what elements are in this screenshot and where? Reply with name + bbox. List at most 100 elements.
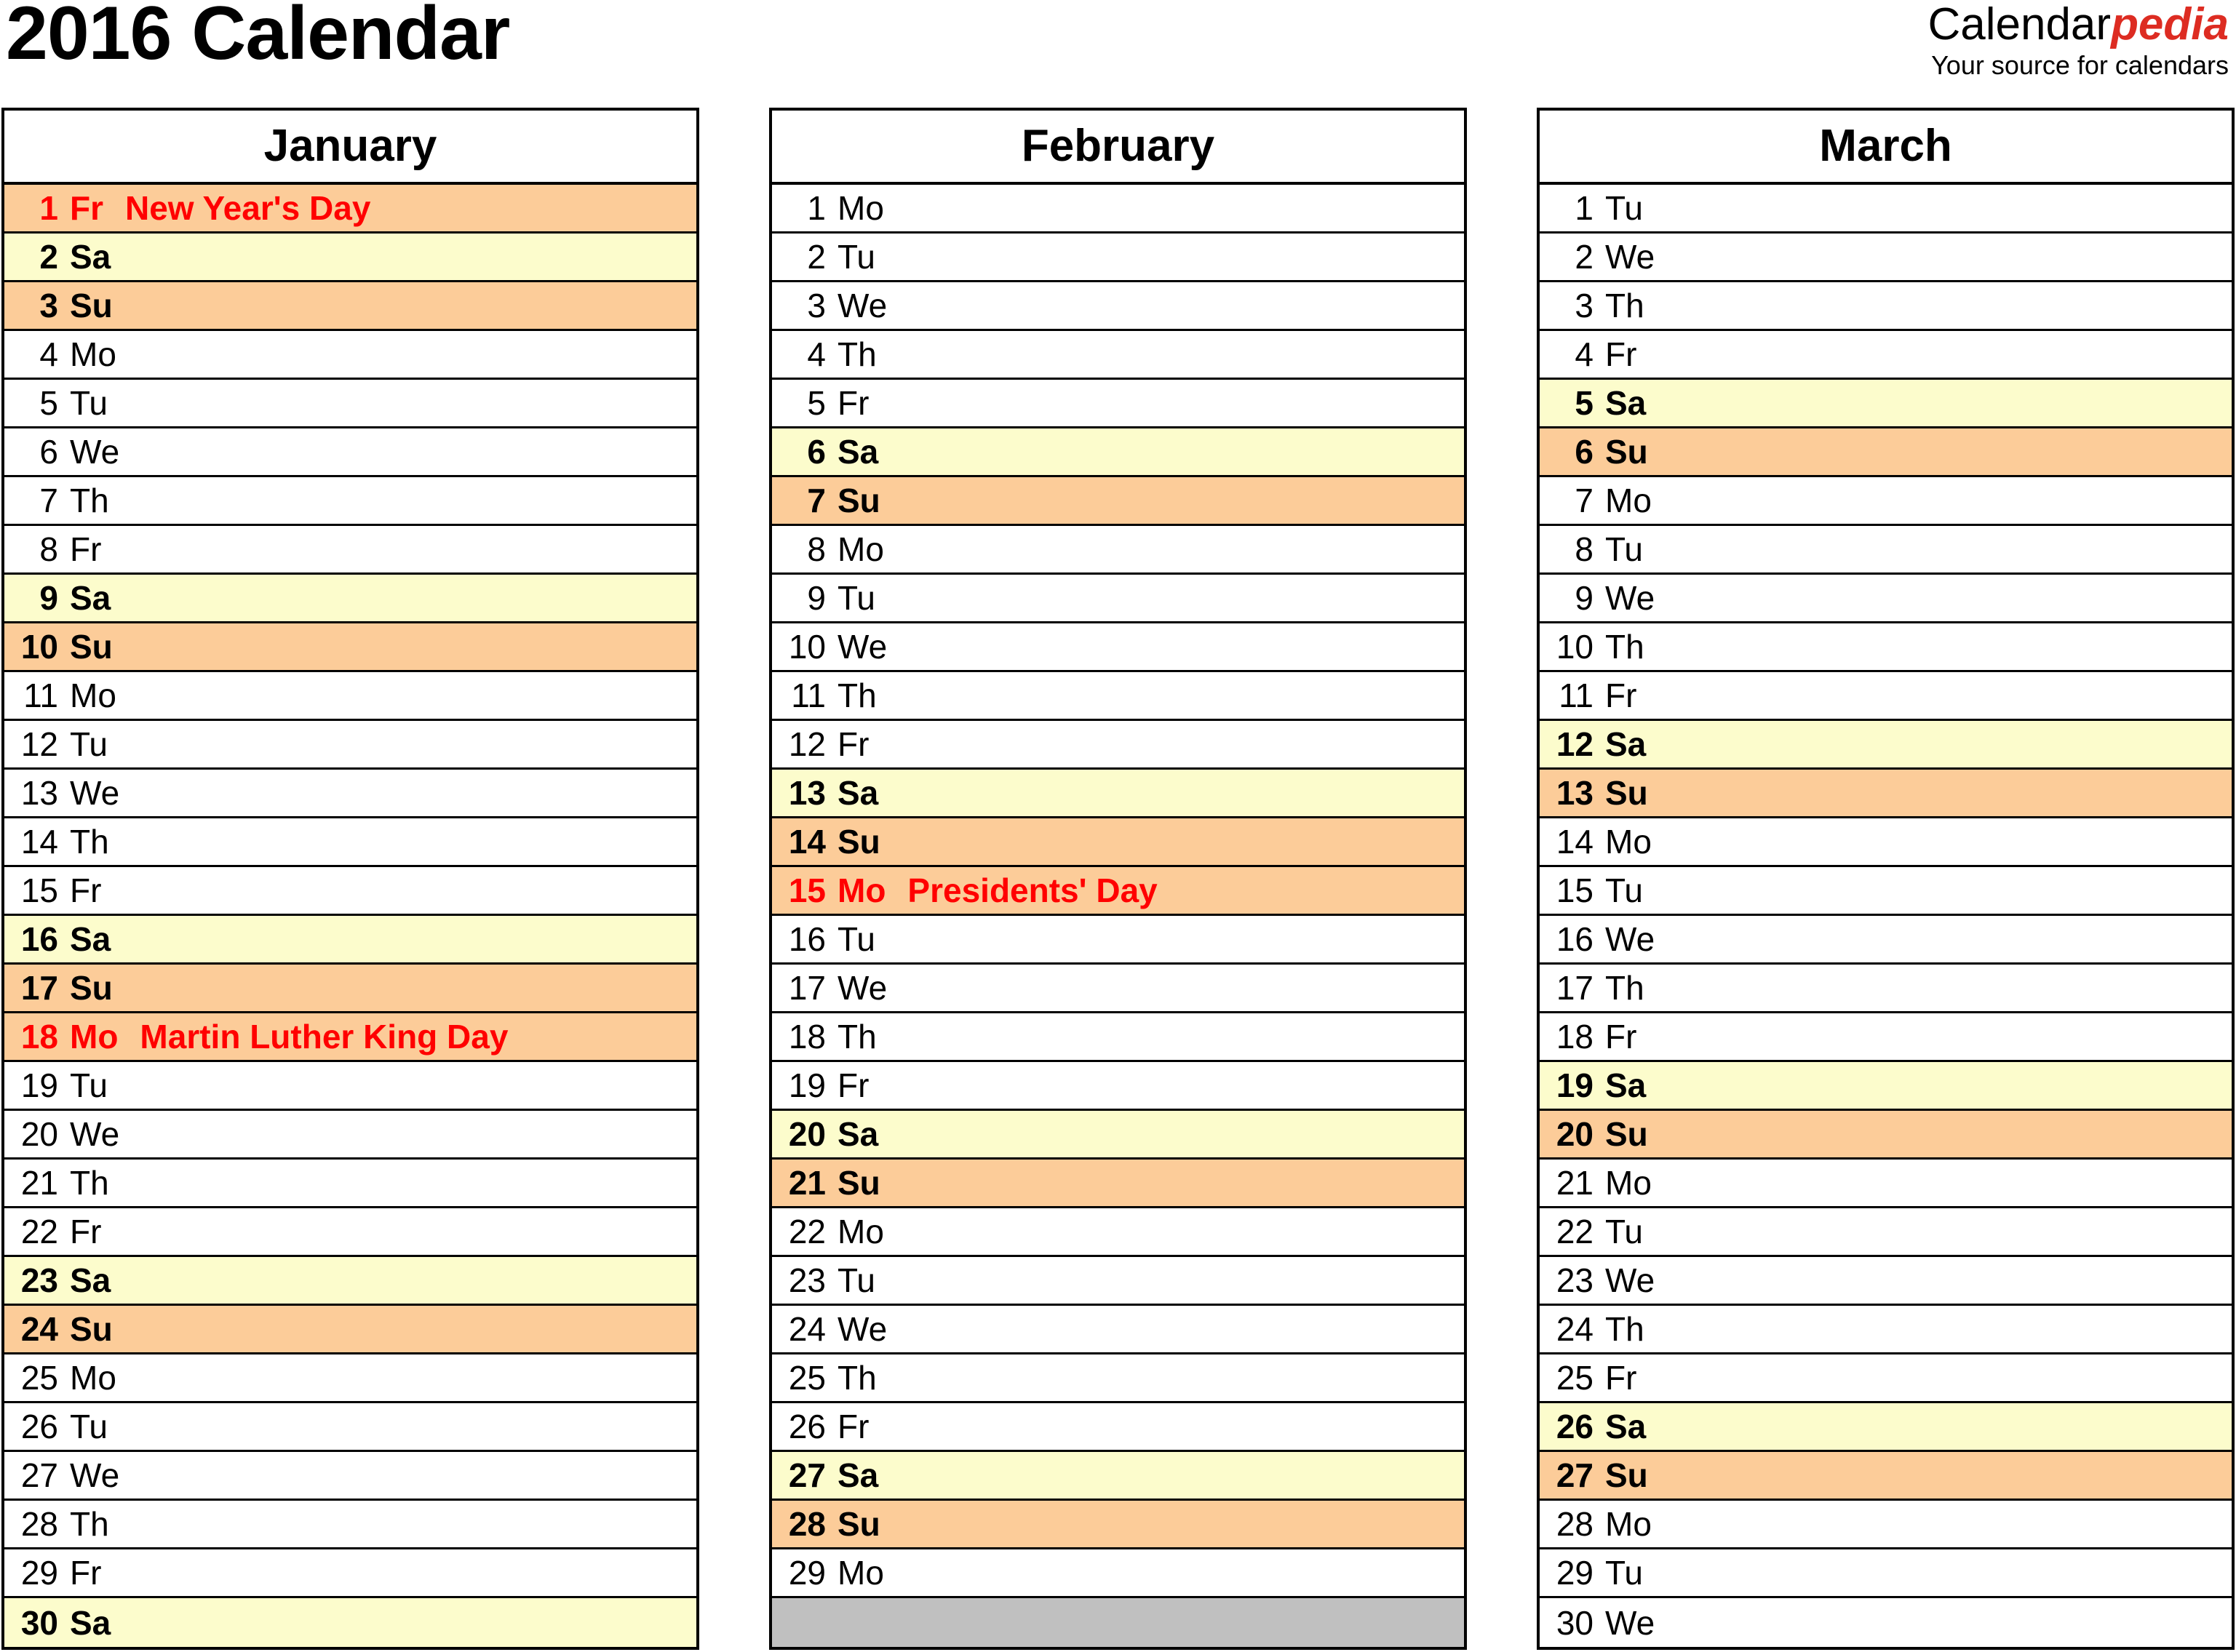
day-row[interactable]: 18 Mo Martin Luther King Day — [4, 1013, 696, 1062]
day-row[interactable]: 20 Su — [1540, 1111, 2232, 1160]
day-row[interactable]: 15 Tu — [1540, 867, 2232, 916]
day-row[interactable]: 30 Sa — [4, 1598, 696, 1647]
day-row[interactable]: 16 Sa — [4, 916, 696, 965]
day-row[interactable]: 22 Fr — [4, 1208, 696, 1257]
day-row[interactable]: 27 We — [4, 1452, 696, 1501]
day-row[interactable]: 11 Fr — [1540, 672, 2232, 721]
day-row[interactable]: 8 Fr — [4, 526, 696, 575]
day-row[interactable]: 19 Tu — [4, 1062, 696, 1111]
day-row[interactable]: 13 Su — [1540, 770, 2232, 818]
day-row[interactable]: 5 Tu — [4, 380, 696, 428]
day-row[interactable]: 6 Sa — [772, 428, 1464, 477]
day-row[interactable]: 14 Th — [4, 818, 696, 867]
day-row[interactable]: 21 Th — [4, 1160, 696, 1208]
day-row[interactable]: 6 Su — [1540, 428, 2232, 477]
day-row[interactable]: 11 Th — [772, 672, 1464, 721]
day-row[interactable]: 23 We — [1540, 1257, 2232, 1306]
filler-row — [772, 1598, 1464, 1647]
day-row[interactable]: 21 Mo — [1540, 1160, 2232, 1208]
day-row[interactable]: 17 Su — [4, 965, 696, 1013]
day-row[interactable]: 13 We — [4, 770, 696, 818]
day-row[interactable]: 6 We — [4, 428, 696, 477]
day-row[interactable]: 15 Fr — [4, 867, 696, 916]
day-row[interactable]: 25 Th — [772, 1354, 1464, 1403]
day-row[interactable]: 11 Mo — [4, 672, 696, 721]
day-row[interactable]: 30 We — [1540, 1598, 2232, 1647]
day-row[interactable]: 10 We — [772, 623, 1464, 672]
day-row[interactable]: 19 Fr — [772, 1062, 1464, 1111]
day-row[interactable]: 9 Sa — [4, 575, 696, 623]
day-row[interactable]: 4 Fr — [1540, 331, 2232, 380]
day-row[interactable]: 27 Sa — [772, 1452, 1464, 1501]
day-row[interactable]: 13 Sa — [772, 770, 1464, 818]
day-row[interactable]: 24 Th — [1540, 1306, 2232, 1354]
day-abbreviation: Mo — [1605, 482, 1652, 519]
day-number: 3 — [39, 287, 58, 324]
day-row[interactable]: 7 Mo — [1540, 477, 2232, 526]
day-row[interactable]: 1 Tu — [1540, 185, 2232, 234]
day-row[interactable]: 26 Sa — [1540, 1403, 2232, 1452]
day-row[interactable]: 2 Sa — [4, 234, 696, 282]
day-row[interactable]: 26 Tu — [4, 1403, 696, 1452]
day-row[interactable]: 9 We — [1540, 575, 2232, 623]
brand-accent-text: pedia — [2111, 0, 2229, 49]
day-number: 22 — [1556, 1213, 1594, 1250]
day-row[interactable]: 24 Su — [4, 1306, 696, 1354]
day-number: 23 — [1556, 1261, 1594, 1299]
day-row[interactable]: 23 Sa — [4, 1257, 696, 1306]
day-row[interactable]: 3 Th — [1540, 282, 2232, 331]
day-row[interactable]: 29 Fr — [4, 1549, 696, 1598]
day-row[interactable]: 22 Mo — [772, 1208, 1464, 1257]
day-row[interactable]: 7 Th — [4, 477, 696, 526]
day-row[interactable]: 14 Mo — [1540, 818, 2232, 867]
day-row[interactable]: 17 We — [772, 965, 1464, 1013]
day-row[interactable]: 18 Th — [772, 1013, 1464, 1062]
day-row[interactable]: 28 Su — [772, 1501, 1464, 1549]
day-row[interactable]: 1 Fr New Year's Day — [4, 185, 696, 234]
day-row[interactable]: 3 We — [772, 282, 1464, 331]
day-row[interactable]: 10 Th — [1540, 623, 2232, 672]
day-row[interactable]: 4 Mo — [4, 331, 696, 380]
day-row[interactable]: 26 Fr — [772, 1403, 1464, 1452]
day-row[interactable]: 2 We — [1540, 234, 2232, 282]
day-row[interactable]: 18 Fr — [1540, 1013, 2232, 1062]
day-row[interactable]: 22 Tu — [1540, 1208, 2232, 1257]
day-row[interactable]: 12 Fr — [772, 721, 1464, 770]
day-row[interactable]: 29 Mo — [772, 1549, 1464, 1598]
day-row[interactable]: 28 Mo — [1540, 1501, 2232, 1549]
day-row[interactable]: 23 Tu — [772, 1257, 1464, 1306]
day-row[interactable]: 12 Tu — [4, 721, 696, 770]
day-number: 4 — [39, 335, 58, 373]
day-row[interactable]: 5 Fr — [772, 380, 1464, 428]
day-row[interactable]: 5 Sa — [1540, 380, 2232, 428]
day-abbreviation: Sa — [1605, 384, 1647, 422]
day-row[interactable]: 15 Mo Presidents' Day — [772, 867, 1464, 916]
day-row[interactable]: 25 Mo — [4, 1354, 696, 1403]
day-number: 26 — [1556, 1408, 1594, 1445]
day-abbreviation: Th — [1605, 287, 1644, 324]
day-row[interactable]: 27 Su — [1540, 1452, 2232, 1501]
day-row[interactable]: 20 We — [4, 1111, 696, 1160]
day-row[interactable]: 16 We — [1540, 916, 2232, 965]
day-row[interactable]: 28 Th — [4, 1501, 696, 1549]
day-row[interactable]: 25 Fr — [1540, 1354, 2232, 1403]
day-row[interactable]: 9 Tu — [772, 575, 1464, 623]
day-row[interactable]: 16 Tu — [772, 916, 1464, 965]
day-row[interactable]: 3 Su — [4, 282, 696, 331]
day-row[interactable]: 12 Sa — [1540, 721, 2232, 770]
day-row[interactable]: 21 Su — [772, 1160, 1464, 1208]
day-row[interactable]: 19 Sa — [1540, 1062, 2232, 1111]
day-row[interactable]: 14 Su — [772, 818, 1464, 867]
day-row[interactable]: 8 Mo — [772, 526, 1464, 575]
day-row[interactable]: 7 Su — [772, 477, 1464, 526]
day-row[interactable]: 24 We — [772, 1306, 1464, 1354]
day-row[interactable]: 20 Sa — [772, 1111, 1464, 1160]
day-row[interactable]: 8 Tu — [1540, 526, 2232, 575]
day-row[interactable]: 29 Tu — [1540, 1549, 2232, 1598]
day-row[interactable]: 10 Su — [4, 623, 696, 672]
day-abbreviation: Fr — [1605, 1018, 1637, 1056]
day-row[interactable]: 17 Th — [1540, 965, 2232, 1013]
day-row[interactable]: 1 Mo — [772, 185, 1464, 234]
day-row[interactable]: 4 Th — [772, 331, 1464, 380]
day-row[interactable]: 2 Tu — [772, 234, 1464, 282]
